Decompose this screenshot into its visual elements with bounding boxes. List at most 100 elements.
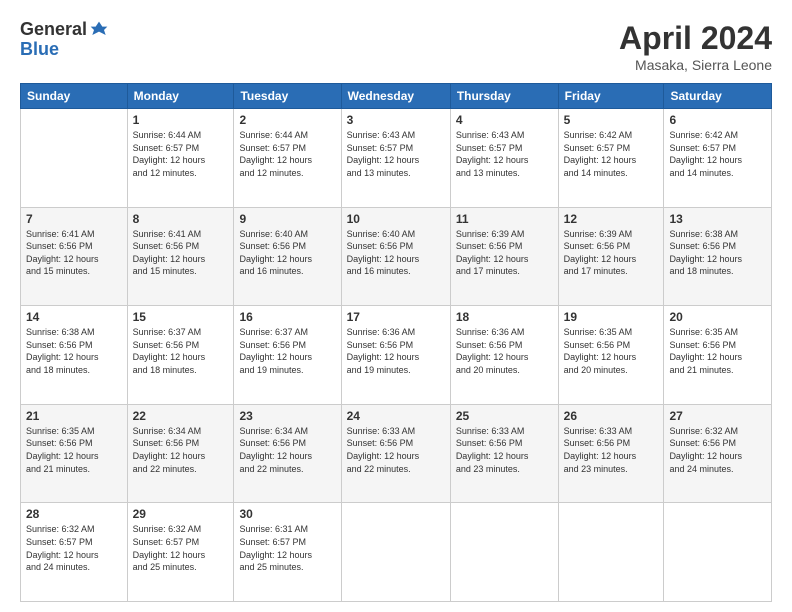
day-number: 6 [669, 113, 766, 127]
table-row: 20 Sunrise: 6:35 AM Sunset: 6:56 PM Dayli… [664, 306, 772, 405]
table-row: 14 Sunrise: 6:38 AM Sunset: 6:56 PM Dayli… [21, 306, 128, 405]
table-row: 25 Sunrise: 6:33 AM Sunset: 6:56 PM Dayli… [450, 404, 558, 503]
day-info: Sunrise: 6:43 AM Sunset: 6:57 PM Dayligh… [347, 129, 445, 179]
day-info: Sunrise: 6:37 AM Sunset: 6:56 PM Dayligh… [239, 326, 335, 376]
location-subtitle: Masaka, Sierra Leone [619, 57, 772, 73]
day-info: Sunrise: 6:44 AM Sunset: 6:57 PM Dayligh… [239, 129, 335, 179]
header-saturday: Saturday [664, 84, 772, 109]
table-row: 15 Sunrise: 6:37 AM Sunset: 6:56 PM Dayli… [127, 306, 234, 405]
logo-general: General [20, 20, 87, 40]
month-title: April 2024 [619, 20, 772, 57]
day-info: Sunrise: 6:36 AM Sunset: 6:56 PM Dayligh… [456, 326, 553, 376]
table-row: 6 Sunrise: 6:42 AM Sunset: 6:57 PM Daylig… [664, 109, 772, 208]
calendar-week-5: 28 Sunrise: 6:32 AM Sunset: 6:57 PM Dayli… [21, 503, 772, 602]
logo-text: General Blue [20, 20, 109, 60]
table-row: 30 Sunrise: 6:31 AM Sunset: 6:57 PM Dayli… [234, 503, 341, 602]
day-info: Sunrise: 6:41 AM Sunset: 6:56 PM Dayligh… [26, 228, 122, 278]
day-number: 20 [669, 310, 766, 324]
header-row: Sunday Monday Tuesday Wednesday Thursday… [21, 84, 772, 109]
table-row: 11 Sunrise: 6:39 AM Sunset: 6:56 PM Dayli… [450, 207, 558, 306]
day-number: 14 [26, 310, 122, 324]
day-info: Sunrise: 6:42 AM Sunset: 6:57 PM Dayligh… [564, 129, 659, 179]
day-info: Sunrise: 6:43 AM Sunset: 6:57 PM Dayligh… [456, 129, 553, 179]
calendar-week-2: 7 Sunrise: 6:41 AM Sunset: 6:56 PM Daylig… [21, 207, 772, 306]
day-number: 8 [133, 212, 229, 226]
day-number: 17 [347, 310, 445, 324]
table-row: 12Sunrise: 6:39 AM Sunset: 6:56 PM Dayli… [558, 207, 664, 306]
day-number: 29 [133, 507, 229, 521]
day-info: Sunrise: 6:44 AM Sunset: 6:57 PM Dayligh… [133, 129, 229, 179]
logo: General Blue [20, 20, 109, 60]
table-row: 2 Sunrise: 6:44 AM Sunset: 6:57 PM Daylig… [234, 109, 341, 208]
table-row [21, 109, 128, 208]
day-info: Sunrise: 6:42 AM Sunset: 6:57 PM Dayligh… [669, 129, 766, 179]
table-row: 23Sunrise: 6:34 AM Sunset: 6:56 PM Dayli… [234, 404, 341, 503]
header-wednesday: Wednesday [341, 84, 450, 109]
day-info: Sunrise: 6:32 AM Sunset: 6:57 PM Dayligh… [26, 523, 122, 573]
day-info: Sunrise: 6:31 AM Sunset: 6:57 PM Dayligh… [239, 523, 335, 573]
day-info: Sunrise: 6:33 AM Sunset: 6:56 PM Dayligh… [347, 425, 445, 475]
header: General Blue April 2024 Masaka, Sierra L… [20, 20, 772, 73]
table-row: 8 Sunrise: 6:41 AM Sunset: 6:56 PM Daylig… [127, 207, 234, 306]
day-number: 30 [239, 507, 335, 521]
day-number: 18 [456, 310, 553, 324]
table-row: 3 Sunrise: 6:43 AM Sunset: 6:57 PM Daylig… [341, 109, 450, 208]
day-number: 4 [456, 113, 553, 127]
day-info: Sunrise: 6:37 AM Sunset: 6:56 PM Dayligh… [133, 326, 229, 376]
day-number: 25 [456, 409, 553, 423]
logo-blue: Blue [20, 40, 109, 60]
header-thursday: Thursday [450, 84, 558, 109]
calendar-table: Sunday Monday Tuesday Wednesday Thursday… [20, 83, 772, 602]
day-number: 15 [133, 310, 229, 324]
day-number: 28 [26, 507, 122, 521]
day-number: 10 [347, 212, 445, 226]
calendar-week-4: 21Sunrise: 6:35 AM Sunset: 6:56 PM Dayli… [21, 404, 772, 503]
day-info: Sunrise: 6:41 AM Sunset: 6:56 PM Dayligh… [133, 228, 229, 278]
day-info: Sunrise: 6:39 AM Sunset: 6:56 PM Dayligh… [456, 228, 553, 278]
day-info: Sunrise: 6:40 AM Sunset: 6:56 PM Dayligh… [239, 228, 335, 278]
day-number: 7 [26, 212, 122, 226]
day-number: 13 [669, 212, 766, 226]
day-info: Sunrise: 6:34 AM Sunset: 6:56 PM Dayligh… [133, 425, 229, 475]
table-row [450, 503, 558, 602]
table-row: 7 Sunrise: 6:41 AM Sunset: 6:56 PM Daylig… [21, 207, 128, 306]
table-row: 4 Sunrise: 6:43 AM Sunset: 6:57 PM Daylig… [450, 109, 558, 208]
day-info: Sunrise: 6:38 AM Sunset: 6:56 PM Dayligh… [26, 326, 122, 376]
title-area: April 2024 Masaka, Sierra Leone [619, 20, 772, 73]
table-row: 13 Sunrise: 6:38 AM Sunset: 6:56 PM Dayli… [664, 207, 772, 306]
table-row: 22 Sunrise: 6:34 AM Sunset: 6:56 PM Dayli… [127, 404, 234, 503]
day-number: 9 [239, 212, 335, 226]
day-number: 2 [239, 113, 335, 127]
header-friday: Friday [558, 84, 664, 109]
table-row: 10Sunrise: 6:40 AM Sunset: 6:56 PM Dayli… [341, 207, 450, 306]
table-row: 16Sunrise: 6:37 AM Sunset: 6:56 PM Dayli… [234, 306, 341, 405]
table-row: 19 Sunrise: 6:35 AM Sunset: 6:56 PM Dayli… [558, 306, 664, 405]
table-row [341, 503, 450, 602]
table-row: 24Sunrise: 6:33 AM Sunset: 6:56 PM Dayli… [341, 404, 450, 503]
day-number: 12 [564, 212, 659, 226]
day-number: 3 [347, 113, 445, 127]
table-row [558, 503, 664, 602]
day-info: Sunrise: 6:35 AM Sunset: 6:56 PM Dayligh… [669, 326, 766, 376]
day-info: Sunrise: 6:33 AM Sunset: 6:56 PM Dayligh… [456, 425, 553, 475]
day-number: 27 [669, 409, 766, 423]
day-info: Sunrise: 6:35 AM Sunset: 6:56 PM Dayligh… [564, 326, 659, 376]
day-info: Sunrise: 6:34 AM Sunset: 6:56 PM Dayligh… [239, 425, 335, 475]
calendar-week-3: 14 Sunrise: 6:38 AM Sunset: 6:56 PM Dayli… [21, 306, 772, 405]
table-row: 18 Sunrise: 6:36 AM Sunset: 6:56 PM Dayli… [450, 306, 558, 405]
header-monday: Monday [127, 84, 234, 109]
day-number: 1 [133, 113, 229, 127]
day-info: Sunrise: 6:36 AM Sunset: 6:56 PM Dayligh… [347, 326, 445, 376]
table-row: 27Sunrise: 6:32 AM Sunset: 6:56 PM Dayli… [664, 404, 772, 503]
day-info: Sunrise: 6:38 AM Sunset: 6:56 PM Dayligh… [669, 228, 766, 278]
day-number: 19 [564, 310, 659, 324]
day-number: 22 [133, 409, 229, 423]
day-number: 11 [456, 212, 553, 226]
table-row: 1 Sunrise: 6:44 AM Sunset: 6:57 PM Daylig… [127, 109, 234, 208]
logo-icon [89, 20, 109, 40]
table-row [664, 503, 772, 602]
calendar-week-1: 1 Sunrise: 6:44 AM Sunset: 6:57 PM Daylig… [21, 109, 772, 208]
table-row: 26Sunrise: 6:33 AM Sunset: 6:56 PM Dayli… [558, 404, 664, 503]
day-number: 26 [564, 409, 659, 423]
table-row: 9 Sunrise: 6:40 AM Sunset: 6:56 PM Daylig… [234, 207, 341, 306]
